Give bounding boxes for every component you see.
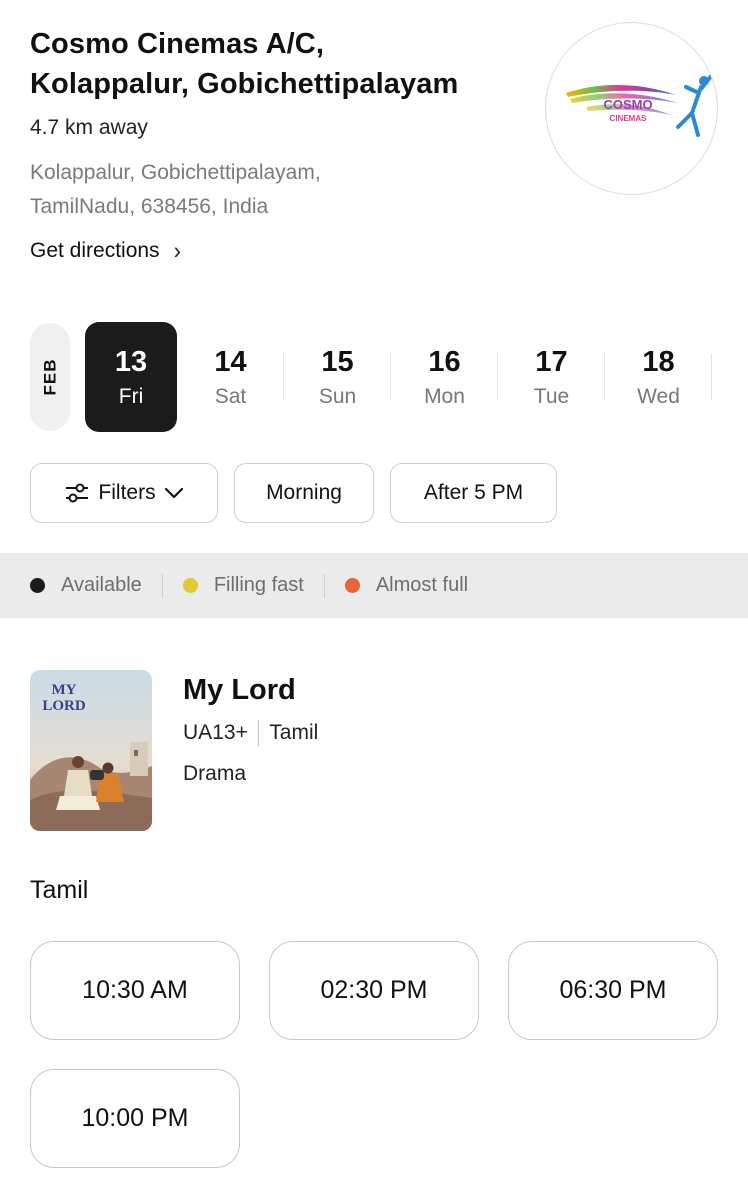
- divider: [323, 573, 325, 598]
- movie-genre: Drama: [183, 762, 247, 785]
- cinema-logo: COSMO CINEMAS: [545, 22, 718, 195]
- after-5pm-filter-chip[interactable]: After 5 PM: [390, 463, 557, 523]
- filter-bar: Filters Morning After 5 PM: [30, 463, 557, 523]
- showtime-button[interactable]: 10:30 AM: [30, 941, 240, 1040]
- sliders-icon: [66, 483, 89, 503]
- cinema-name: Cosmo Cinemas A/C, Kolappalur, Gobichett…: [30, 28, 459, 100]
- legend-available: Available: [30, 574, 142, 597]
- filters-button[interactable]: Filters: [30, 463, 218, 523]
- date-item-18[interactable]: 18 Wed: [605, 322, 712, 432]
- svg-text:LORD: LORD: [42, 698, 86, 714]
- divider: [161, 573, 163, 598]
- movie-poster[interactable]: MY LORD: [30, 670, 152, 831]
- legend-filling-fast: Filling fast: [182, 574, 304, 597]
- movie-info: My Lord UA13+ Tamil Drama: [183, 672, 318, 786]
- legend-almost-full: Almost full: [344, 574, 468, 597]
- get-directions-label: Get directions: [30, 239, 160, 262]
- date-strip: 13 Fri 14 Sat 15 Sun 16 Mon 17 Tue 18 We…: [85, 322, 712, 432]
- movie-poster-image: MY LORD: [30, 670, 152, 831]
- date-item-15[interactable]: 15 Sun: [284, 322, 391, 432]
- date-item-14[interactable]: 14 Sat: [177, 322, 284, 432]
- available-dot-icon: [30, 578, 45, 593]
- morning-filter-chip[interactable]: Morning: [234, 463, 374, 523]
- showtime-language-heading: Tamil: [30, 876, 89, 904]
- showtime-button[interactable]: 02:30 PM: [269, 941, 479, 1040]
- movie-title[interactable]: My Lord: [183, 672, 318, 708]
- filling-fast-dot-icon: [182, 578, 198, 593]
- date-item-16[interactable]: 16 Mon: [391, 322, 498, 432]
- svg-text:COSMO: COSMO: [603, 97, 652, 112]
- divider: [711, 354, 712, 400]
- svg-text:CINEMAS: CINEMAS: [610, 114, 648, 123]
- cinema-header: Cosmo Cinemas A/C, Kolappalur, Gobichett…: [30, 24, 530, 224]
- chevron-down-icon: [164, 487, 183, 499]
- cinema-address: Kolappalur, Gobichettipalayam, TamilNadu…: [30, 161, 321, 218]
- svg-text:MY: MY: [52, 682, 77, 698]
- showtime-button[interactable]: 06:30 PM: [508, 941, 718, 1040]
- movie-meta: UA13+ Tamil: [183, 720, 318, 746]
- cinema-distance: 4.7 km away: [30, 116, 148, 139]
- filters-label: Filters: [98, 481, 156, 504]
- almost-full-dot-icon: [344, 578, 360, 593]
- month-label: FEB: [30, 323, 70, 431]
- showtime-button[interactable]: 10:00 PM: [30, 1069, 240, 1168]
- availability-legend: Available Filling fast Almost full: [0, 553, 748, 618]
- chevron-right-icon: ›: [173, 236, 181, 265]
- divider: [257, 720, 260, 746]
- movie-rating: UA13+: [183, 721, 248, 744]
- cosmo-cinemas-logo-icon: COSMO CINEMAS: [566, 73, 714, 137]
- movie-language: Tamil: [269, 721, 319, 744]
- get-directions-link[interactable]: Get directions ›: [30, 236, 181, 265]
- showtime-grid: 10:30 AM 02:30 PM 06:30 PM 10:00 PM: [30, 941, 720, 1168]
- date-item-13[interactable]: 13 Fri: [85, 322, 177, 432]
- date-item-17[interactable]: 17 Tue: [498, 322, 605, 432]
